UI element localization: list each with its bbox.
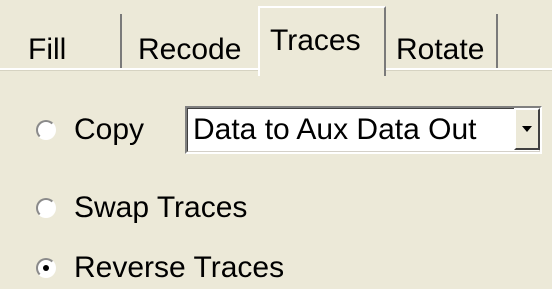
tab-rotate[interactable]: Rotate: [386, 12, 484, 68]
dropdown-selected-value: Data to Aux Data Out: [193, 113, 477, 146]
copy-destination-dropdown[interactable]: Data to Aux Data Out: [185, 106, 542, 154]
tab-recode-label: Recode: [138, 33, 242, 66]
radio-button-icon: [36, 198, 56, 218]
tab-traces[interactable]: Traces: [258, 6, 386, 76]
reverse-traces-option[interactable]: Reverse Traces: [36, 248, 284, 288]
tab-recode[interactable]: Recode: [128, 12, 241, 68]
tab-rotate-label: Rotate: [396, 33, 485, 66]
radio-button-icon: [36, 120, 56, 140]
reverse-traces-label: Reverse Traces: [74, 251, 285, 284]
reverse-traces-radio-button[interactable]: [36, 258, 56, 278]
tab-separator: [120, 14, 122, 68]
tab-traces-label: Traces: [270, 24, 361, 57]
chevron-down-icon: [522, 126, 532, 132]
tab-fill[interactable]: Fill: [18, 12, 66, 68]
radio-selected-dot-icon: [43, 265, 49, 271]
dropdown-button[interactable]: [514, 108, 540, 150]
swap-traces-radio-button[interactable]: [36, 198, 56, 218]
tab-separator: [496, 14, 498, 68]
swap-traces-option[interactable]: Swap Traces: [36, 188, 247, 228]
copy-radio-button[interactable]: [36, 120, 56, 140]
tab-strip: Fill Recode Traces Rotate: [0, 0, 552, 76]
copy-option-label: Copy: [74, 113, 145, 146]
swap-traces-label: Swap Traces: [74, 191, 248, 224]
copy-option[interactable]: Copy: [36, 110, 144, 150]
tab-fill-label: Fill: [28, 33, 67, 66]
